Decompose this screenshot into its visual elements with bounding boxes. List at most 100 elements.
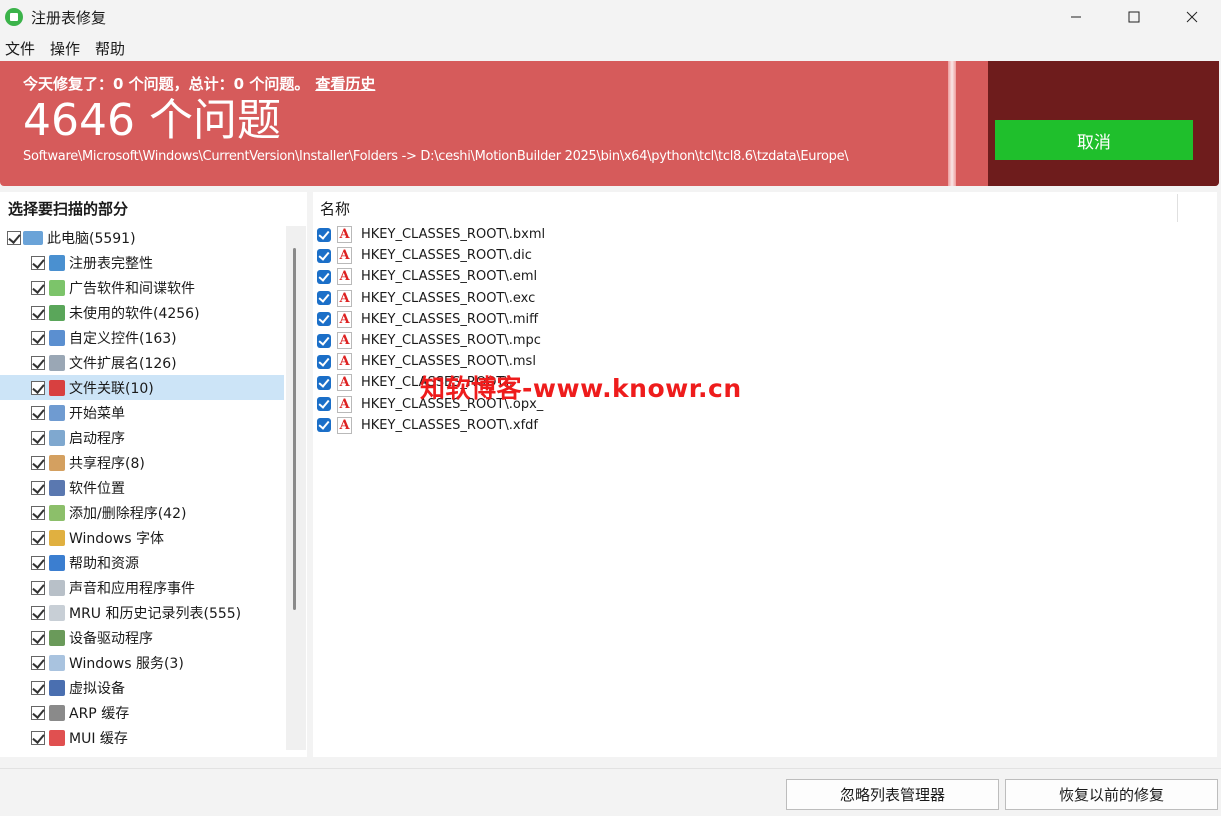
tree-item-label: 广告软件和间谍软件 [69, 280, 195, 297]
tree-item-checkbox[interactable] [31, 255, 45, 270]
tree-item[interactable]: Windows 服务(3) [0, 650, 284, 675]
list-item-checkbox[interactable] [317, 397, 331, 412]
list-item-checkbox[interactable] [317, 312, 331, 327]
file-type-icon: A [337, 310, 352, 328]
tree-item-label: 虚拟设备 [69, 680, 125, 697]
ignore-list-manager-button[interactable]: 忽略列表管理器 [786, 779, 999, 810]
list-item-checkbox[interactable] [317, 418, 331, 433]
tree-item-checkbox[interactable] [31, 580, 45, 595]
title-bar: 注册表修复 [0, 0, 1221, 34]
tree-item-label: 注册表完整性 [69, 255, 153, 272]
tree-item[interactable]: 未使用的软件(4256) [0, 300, 284, 325]
tree-item-checkbox[interactable] [31, 680, 45, 695]
tree-item[interactable]: ARP 缓存 [0, 700, 284, 725]
service-icon [49, 654, 65, 671]
list-item-checkbox[interactable] [317, 354, 331, 369]
tree-item[interactable]: 文件关联(10) [0, 375, 284, 400]
menu-help[interactable]: 帮助 [91, 38, 129, 59]
tree-item-checkbox[interactable] [31, 530, 45, 545]
tree-item-checkbox[interactable] [31, 480, 45, 495]
tree-item[interactable]: 共享程序(8) [0, 450, 284, 475]
tree-item[interactable]: 软件位置 [0, 475, 284, 500]
tree-item[interactable]: 帮助和资源 [0, 550, 284, 575]
tree-item-label: 文件关联(10) [69, 380, 154, 397]
window-title: 注册表修复 [31, 8, 107, 27]
tree-item-checkbox[interactable] [31, 555, 45, 570]
tree-item-checkbox[interactable] [31, 655, 45, 670]
tree-item-label: MUI 缓存 [69, 730, 128, 747]
list-item-checkbox[interactable] [317, 333, 331, 348]
list-item[interactable]: A HKEY_CLASSES_ROOT\.bxml [317, 224, 545, 245]
tree-item[interactable]: 设备驱动程序 [0, 625, 284, 650]
tree-item-checkbox[interactable] [31, 505, 45, 520]
restore-previous-repairs-button[interactable]: 恢复以前的修复 [1005, 779, 1218, 810]
column-divider [1177, 194, 1178, 222]
menu-file[interactable]: 文件 [1, 38, 39, 59]
tree-item[interactable]: 自定义控件(163) [0, 325, 284, 350]
tree-item[interactable]: MRU 和历史记录列表(555) [0, 600, 284, 625]
tree-item-checkbox[interactable] [31, 355, 45, 370]
tree-item-checkbox[interactable] [31, 405, 45, 420]
tree-item-checkbox[interactable] [31, 380, 45, 395]
tree-item-label: 设备驱动程序 [69, 630, 153, 647]
cancel-button[interactable]: 取消 [995, 120, 1193, 160]
list-item-label: HKEY_CLASSES_ROOT\.xfdf [361, 417, 538, 433]
file-association-icon [49, 379, 65, 396]
tree-scrollbar-thumb[interactable] [293, 248, 296, 610]
tree-item[interactable]: 声音和应用程序事件 [0, 575, 284, 600]
tree-item[interactable]: 注册表完整性 [0, 250, 284, 275]
tree-item-checkbox[interactable] [31, 305, 45, 320]
list-item-checkbox[interactable] [317, 375, 331, 390]
list-item-checkbox[interactable] [317, 227, 331, 242]
watermark: 知软博客-www.knowr.cn [420, 374, 742, 403]
maximize-button[interactable] [1105, 0, 1163, 34]
tree-item[interactable]: 广告软件和间谍软件 [0, 275, 284, 300]
tree-item-checkbox[interactable] [31, 605, 45, 620]
tree-item-checkbox[interactable] [31, 705, 45, 720]
list-item[interactable]: A HKEY_CLASSES_ROOT\.exc [317, 288, 535, 309]
list-item[interactable]: A HKEY_CLASSES_ROOT\.mpc [317, 330, 541, 351]
file-type-icon: A [337, 416, 352, 434]
issue-count: 4646 个问题 [23, 95, 281, 146]
tree-item[interactable]: 此电脑(5591) [0, 225, 284, 250]
tree-item[interactable]: 添加/删除程序(42) [0, 500, 284, 525]
menu-actions[interactable]: 操作 [46, 38, 84, 59]
help-icon [49, 554, 65, 571]
scan-sections-panel: 选择要扫描的部分 此电脑(5591) 注册表完整性 广告软件和间谍软件 未使用的软件(… [0, 192, 307, 757]
tree-item[interactable]: 启动程序 [0, 425, 284, 450]
list-item[interactable]: A HKEY_CLASSES_ROOT\.eml [317, 266, 537, 287]
font-icon [49, 529, 65, 546]
tree-item-label: Windows 服务(3) [69, 655, 184, 672]
sections-tree: 此电脑(5591) 注册表完整性广告软件和间谍软件未使用的软件(4256) 自定义控… [0, 225, 286, 753]
tree-item-checkbox[interactable] [31, 330, 45, 345]
tree-item-label: Windows 字体 [69, 530, 164, 547]
list-item[interactable]: A HKEY_CLASSES_ROOT\.miff [317, 309, 538, 330]
view-history-link[interactable]: 查看历史 [315, 75, 375, 93]
tree-item-label: 帮助和资源 [69, 555, 139, 572]
app-icon [5, 8, 23, 26]
tree-item-checkbox[interactable] [31, 280, 45, 295]
minimize-button[interactable] [1047, 0, 1105, 34]
file-type-icon: A [337, 247, 352, 265]
issues-list-panel: 名称 A HKEY_CLASSES_ROOT\.bxml A HKEY_CLASSES… [313, 192, 1217, 757]
tree-item-checkbox[interactable] [31, 630, 45, 645]
current-scan-path: Software\Microsoft\Windows\CurrentVersio… [23, 149, 849, 164]
tree-item-checkbox[interactable] [31, 455, 45, 470]
column-header-name[interactable]: 名称 [320, 198, 350, 219]
tree-item[interactable]: 开始菜单 [0, 400, 284, 425]
file-type-icon: A [337, 374, 352, 392]
tree-item-checkbox[interactable] [31, 430, 45, 445]
tree-item-checkbox[interactable] [7, 230, 21, 245]
list-item-checkbox[interactable] [317, 248, 331, 263]
list-item[interactable]: A HKEY_CLASSES_ROOT\.dic [317, 245, 532, 266]
tree-item[interactable]: MUI 缓存 [0, 725, 284, 750]
tree-item[interactable]: Windows 字体 [0, 525, 284, 550]
close-button[interactable] [1163, 0, 1221, 34]
tree-item[interactable]: 文件扩展名(126) [0, 350, 284, 375]
list-item-checkbox[interactable] [317, 269, 331, 284]
tree-item-checkbox[interactable] [31, 730, 45, 745]
list-item-checkbox[interactable] [317, 291, 331, 306]
list-item[interactable]: A HKEY_CLASSES_ROOT\.xfdf [317, 415, 538, 436]
tree-scrollbar[interactable] [286, 226, 306, 750]
tree-item[interactable]: 虚拟设备 [0, 675, 284, 700]
